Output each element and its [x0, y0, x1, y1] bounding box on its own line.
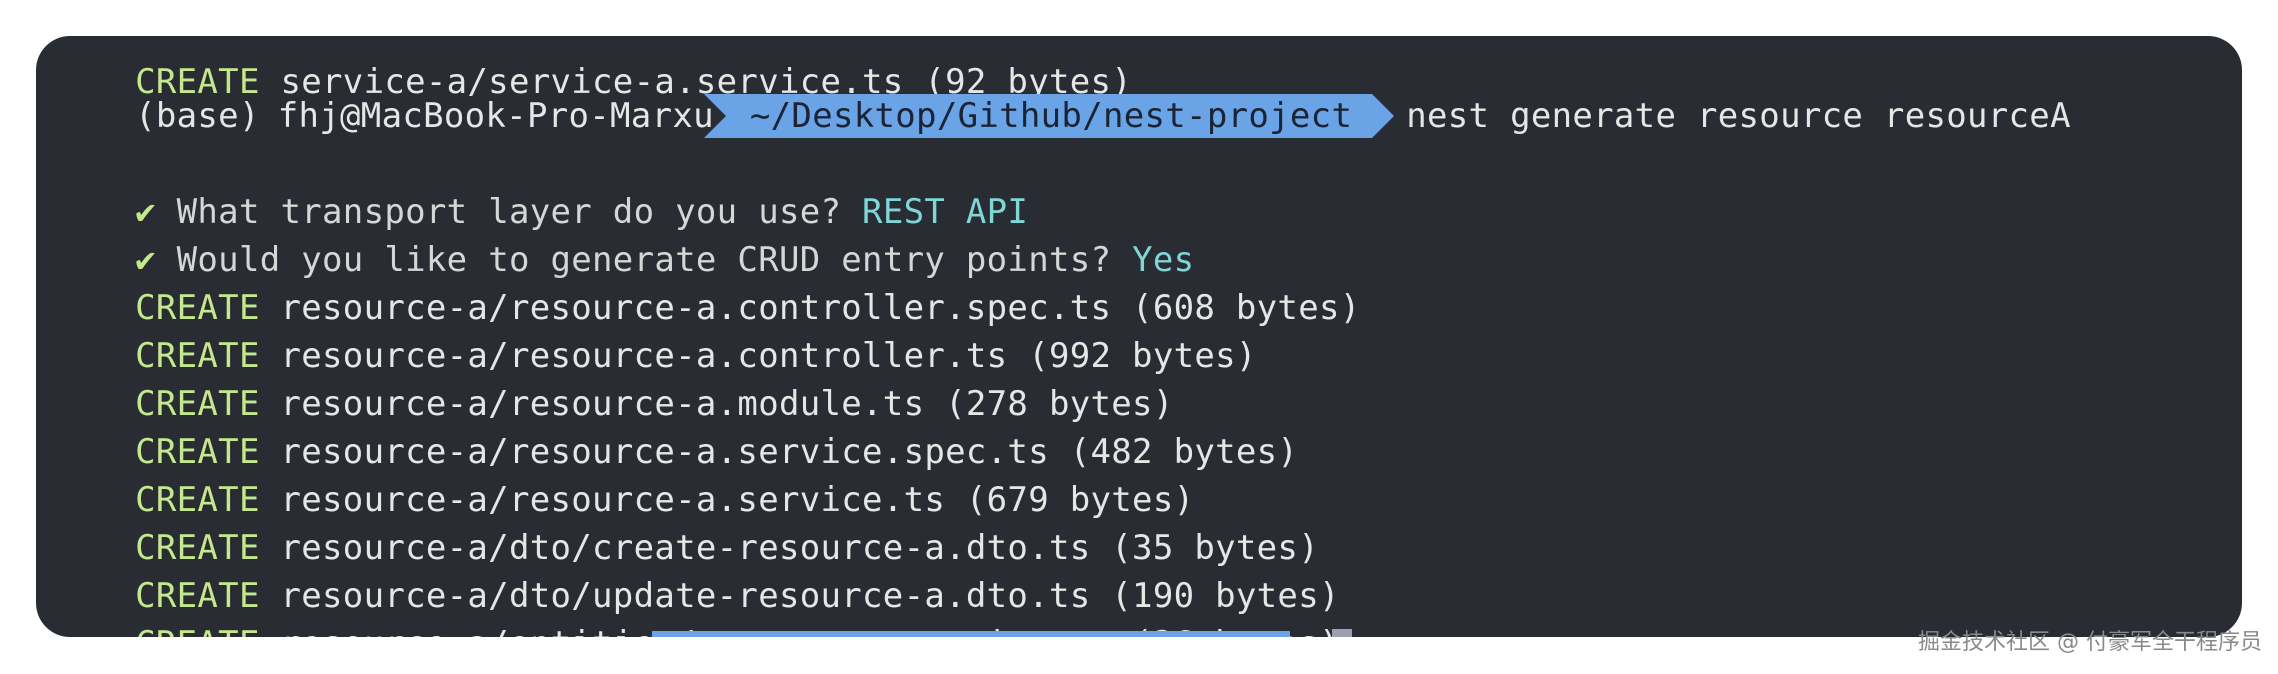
terminal-cursor	[1332, 629, 1352, 637]
question-line: ✔ What transport layer do you use? REST …	[52, 140, 1028, 232]
create-line: CREATE resource-a/resource-a.module.ts (…	[52, 332, 1174, 424]
prompt-env: (base)	[135, 96, 260, 136]
create-line: CREATE resource-a/resource-a.controller.…	[52, 284, 1257, 376]
create-line: CREATE resource-a/resource-a.service.ts …	[52, 428, 1194, 520]
watermark: 掘金技术社区 @ 付豪军全干程序员	[1918, 630, 2262, 655]
prompt-command: nest generate resource resourceA	[1406, 96, 2071, 136]
create-line: CREATE resource-a/resource-a.service.spe…	[52, 380, 1298, 472]
prompt-line: (base) fhj@MacBook-Pro-Marxu ~/Desktop/Git…	[52, 44, 2071, 138]
next-prompt-path-segment	[652, 631, 1290, 637]
create-line: CREATE resource-a/resource-a.controller.…	[52, 236, 1361, 328]
create-line: CREATE resource-a/dto/create-resource-a.…	[52, 476, 1319, 568]
create-line: CREATE resource-a/dto/update-resource-a.…	[52, 524, 1340, 616]
terminal-window[interactable]: CREATE service-a/service-a.service.ts (9…	[36, 36, 2242, 637]
prompt-user-host: fhj@MacBook-Pro-Marxu	[277, 96, 714, 136]
prompt-path-segment: ~/Desktop/Github/nest-project	[703, 93, 1395, 138]
question-line: ✔ Would you like to generate CRUD entry …	[52, 188, 1194, 280]
create-keyword: CREATE	[135, 624, 260, 637]
create-line: CREATE resource-a/entities/resource-a.en…	[52, 572, 1340, 637]
